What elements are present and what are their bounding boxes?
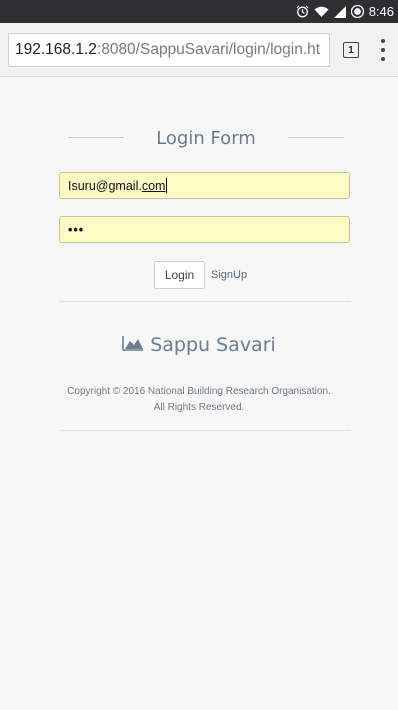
copyright-line-1: Copyright © 2016 National Building Resea… [67, 386, 331, 397]
password-field[interactable]: ••• [59, 216, 350, 243]
overflow-menu-icon[interactable] [376, 39, 390, 61]
status-bar: 8:46 [0, 0, 398, 23]
text-caret [166, 178, 168, 193]
signup-link[interactable]: SignUp [211, 269, 247, 281]
address-bar[interactable]: 192.168.1.2:8080/SappuSavari/login/login… [8, 33, 330, 67]
email-value: Isuru@gmail. [68, 178, 142, 193]
password-value: ••• [68, 222, 85, 237]
title-rule-right [288, 137, 344, 138]
brand-name: Sappu Savari [150, 334, 276, 356]
copyright-text: Copyright © 2016 National Building Resea… [40, 384, 358, 416]
browser-toolbar: 192.168.1.2:8080/SappuSavari/login/login… [0, 23, 398, 77]
url-path: :8080/SappuSavari/login/login.ht [96, 41, 321, 58]
signal-icon [333, 5, 346, 18]
status-time: 8:46 [368, 4, 394, 19]
battery-icon [350, 5, 364, 18]
wifi-icon [314, 6, 329, 18]
title-rule-left [68, 137, 124, 138]
email-value-tail: com [141, 178, 166, 193]
login-button[interactable]: Login [154, 261, 205, 289]
page-title: Login Form [156, 127, 256, 149]
footer-divider [59, 430, 351, 431]
form-header: Login Form [62, 126, 350, 150]
copyright-line-2: All Rights Reserved. [153, 402, 245, 413]
login-page: Login Form Isuru@gmail. com ••• Login Sig… [0, 78, 398, 710]
area-chart-icon [122, 335, 144, 356]
brand: Sappu Savari [0, 332, 398, 358]
email-field[interactable]: Isuru@gmail. com [59, 172, 350, 199]
tab-switcher-button[interactable]: 1 [343, 42, 359, 58]
divider [59, 301, 351, 302]
url-host: 192.168.1.2 [15, 41, 97, 58]
alarm-icon [296, 5, 309, 18]
